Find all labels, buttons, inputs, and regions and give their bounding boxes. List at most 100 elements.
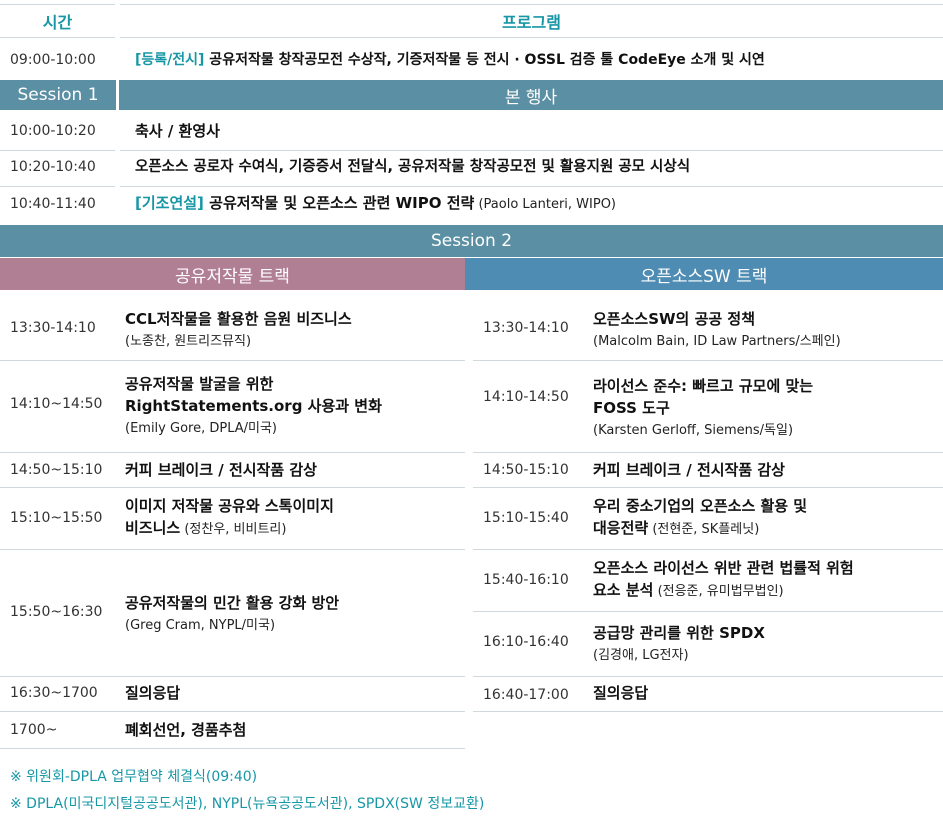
session1-label-band: Session 1 <box>0 80 116 110</box>
right-row-time: 16:40-17:00 <box>473 680 591 710</box>
session-title-end: 요소 분석 <box>593 581 654 599</box>
row-program: 오픈소스 공로자 수여식, 기증증서 전달식, 공유저작물 창작공모전 및 활용… <box>135 152 943 182</box>
right-row-program: 커피 브레이크 / 전시작품 감상 <box>593 455 941 485</box>
divider <box>120 37 943 38</box>
session-title: 공급망 관리를 위한 SPDX <box>593 623 765 642</box>
left-row-program: 공유저작물 발굴을 위한 RightStatements.org 사용과 변화 … <box>125 364 460 444</box>
divider <box>473 452 943 453</box>
divider <box>120 186 943 187</box>
time-text: 10:20-10:40 <box>10 159 96 175</box>
right-row-time: 16:10-16:40 <box>473 614 591 670</box>
time-text: 16:10-16:40 <box>483 634 569 650</box>
left-row-program: 폐회선언, 경품추첨 <box>125 715 460 745</box>
header-program: 프로그램 <box>502 13 561 32</box>
session-speaker: (Malcolm Bain, ID Law Partners/스페인) <box>593 333 841 349</box>
session-title: 공유저작물의 민간 활용 강화 방안 <box>125 593 340 612</box>
divider <box>473 611 943 612</box>
left-row-time: 16:30~1700 <box>0 678 125 708</box>
oss-track-label: 오픈소스SW 트랙 <box>640 266 768 287</box>
session2-band: Session 2 <box>0 225 943 257</box>
right-row-program: 오픈소스 라이선스 위반 관련 법률적 위험 요소 분석 (전응준, 유미법무법… <box>593 552 941 608</box>
keynote-speaker: (Paolo Lanteri, WIPO) <box>474 197 617 212</box>
session-speaker: (Karsten Gerloff, Siemens/독일) <box>593 422 794 438</box>
session-speaker: (전현준, SK플레닛) <box>648 522 760 537</box>
header-time-cell: 시간 <box>0 6 115 36</box>
divider <box>0 150 115 151</box>
session-speaker: (김경애, LG전자) <box>593 647 689 663</box>
divider <box>0 4 115 5</box>
session-speaker: (Greg Cram, NYPL/미국) <box>125 617 276 633</box>
session-title: 오픈소스SW의 공공 정책 <box>593 309 755 328</box>
left-row-program: 이미지 저작물 공유와 스톡이미지 비즈니스 (정찬우, 비비트리) <box>125 490 460 546</box>
time-text: 15:10~15:50 <box>10 510 103 526</box>
oss-track-header: 오픈소스SW 트랙 <box>465 258 943 290</box>
time-text: 13:30-14:10 <box>10 320 96 336</box>
row-program: 축사 / 환영사 <box>135 116 935 146</box>
header-time: 시간 <box>42 13 73 32</box>
time-text: 10:40-11:40 <box>10 196 96 212</box>
time-text: 15:50~16:30 <box>10 604 103 620</box>
left-row-program: CCL저작물을 활용한 음원 비즈니스 (노종찬, 원트리즈뮤직) <box>125 300 460 356</box>
time-text: 1700~ <box>10 722 58 738</box>
divider <box>0 360 465 361</box>
session-speaker: (정찬우, 비비트리) <box>180 522 287 537</box>
row-time: 09:00-10:00 <box>0 45 120 75</box>
session-title: 폐회선언, 경품추첨 <box>125 721 247 739</box>
session1-label: Session 1 <box>17 85 99 105</box>
divider <box>473 360 943 361</box>
session-title: 라이선스 준수: 빠르고 규모에 맞는 <box>593 376 814 395</box>
right-row-program: 우리 중소기업의 오픈소스 활용 및 대응전략 (전현준, SK플레닛) <box>593 490 941 546</box>
divider <box>0 711 465 712</box>
time-text: 15:40-16:10 <box>483 572 569 588</box>
session-title-2: FOSS 도구 <box>593 398 670 417</box>
time-text: 13:30-14:10 <box>483 320 569 336</box>
divider <box>0 549 465 550</box>
left-row-program: 공유저작물의 민간 활용 강화 방안 (Greg Cram, NYPL/미국) <box>125 552 460 672</box>
session-speaker: (노종찬, 원트리즈뮤직) <box>125 333 252 349</box>
registration-text: [등록/전시] 공유저작물 창작공모전 수상작, 기증저작물 등 전시 · OS… <box>135 49 765 71</box>
left-row-program: 질의응답 <box>125 678 460 708</box>
session-title: 우리 중소기업의 오픈소스 활용 및 <box>593 497 808 515</box>
row-time: 10:00-10:20 <box>0 116 120 146</box>
row-time: 10:20-10:40 <box>0 152 120 182</box>
time-text: 16:40-17:00 <box>483 687 569 703</box>
program-title: 오픈소스 공로자 수여식, 기증증서 전달식, 공유저작물 창작공모전 및 활용… <box>135 159 691 175</box>
time-text: 10:00-10:20 <box>10 123 96 139</box>
program-title: 축사 / 환영사 <box>135 122 220 140</box>
divider <box>120 150 943 151</box>
session2-title: Session 2 <box>430 231 513 251</box>
divider <box>0 676 465 677</box>
divider <box>120 4 943 5</box>
time-text: 14:50-15:10 <box>483 462 569 478</box>
keynote-text: [기조연설] 공유저작물 및 오픈소스 관련 WIPO 전략 (Paolo La… <box>135 192 616 216</box>
session-speaker: (전응준, 유미법무법인) <box>653 584 784 599</box>
registration-tag: [등록/전시] <box>135 52 205 68</box>
divider <box>0 186 115 187</box>
row-time: 10:40-11:40 <box>0 189 120 219</box>
right-row-program: 오픈소스SW의 공공 정책 (Malcolm Bain, ID Law Part… <box>593 300 941 356</box>
session-title-end: 비즈니스 <box>125 519 181 537</box>
time-text: 14:10~14:50 <box>10 396 103 412</box>
session-title-2: 요소 분석 (전응준, 유미법무법인) <box>593 579 784 603</box>
session-title: 질의응답 <box>125 684 181 702</box>
session-speaker: (Emily Gore, DPLA/미국) <box>125 420 278 436</box>
session-title-2: 대응전략 (전현준, SK플레닛) <box>593 517 759 541</box>
header-program-cell: 프로그램 <box>120 6 943 36</box>
time-text: 14:10-14:50 <box>483 388 569 405</box>
keynote-tag: [기조연설] <box>135 194 204 212</box>
session-title-2: RightStatements.org 사용과 변화 <box>125 396 382 415</box>
time-text: 14:50~15:10 <box>10 462 103 478</box>
session1-title-band: 본 행사 <box>119 80 943 110</box>
divider <box>0 452 465 453</box>
left-row-time: 15:50~16:30 <box>0 552 125 672</box>
right-row-time: 13:30-14:10 <box>473 300 591 356</box>
divider <box>473 487 943 488</box>
right-row-program: 공급망 관리를 위한 SPDX (김경애, LG전자) <box>593 614 941 670</box>
footnote: ※ 위원회-DPLA 업무협약 체결식(09:40) <box>10 769 258 785</box>
right-row-program: 라이선스 준수: 빠르고 규모에 맞는 FOSS 도구 (Karsten Ger… <box>593 364 941 448</box>
time-text: 15:10-15:40 <box>483 510 569 526</box>
time-text: 16:30~1700 <box>10 685 98 701</box>
left-row-time: 15:10~15:50 <box>0 490 125 546</box>
session-title: 공유저작물 발굴을 위한 <box>125 374 274 393</box>
session-title: 커피 브레이크 / 전시작품 감상 <box>593 461 785 479</box>
